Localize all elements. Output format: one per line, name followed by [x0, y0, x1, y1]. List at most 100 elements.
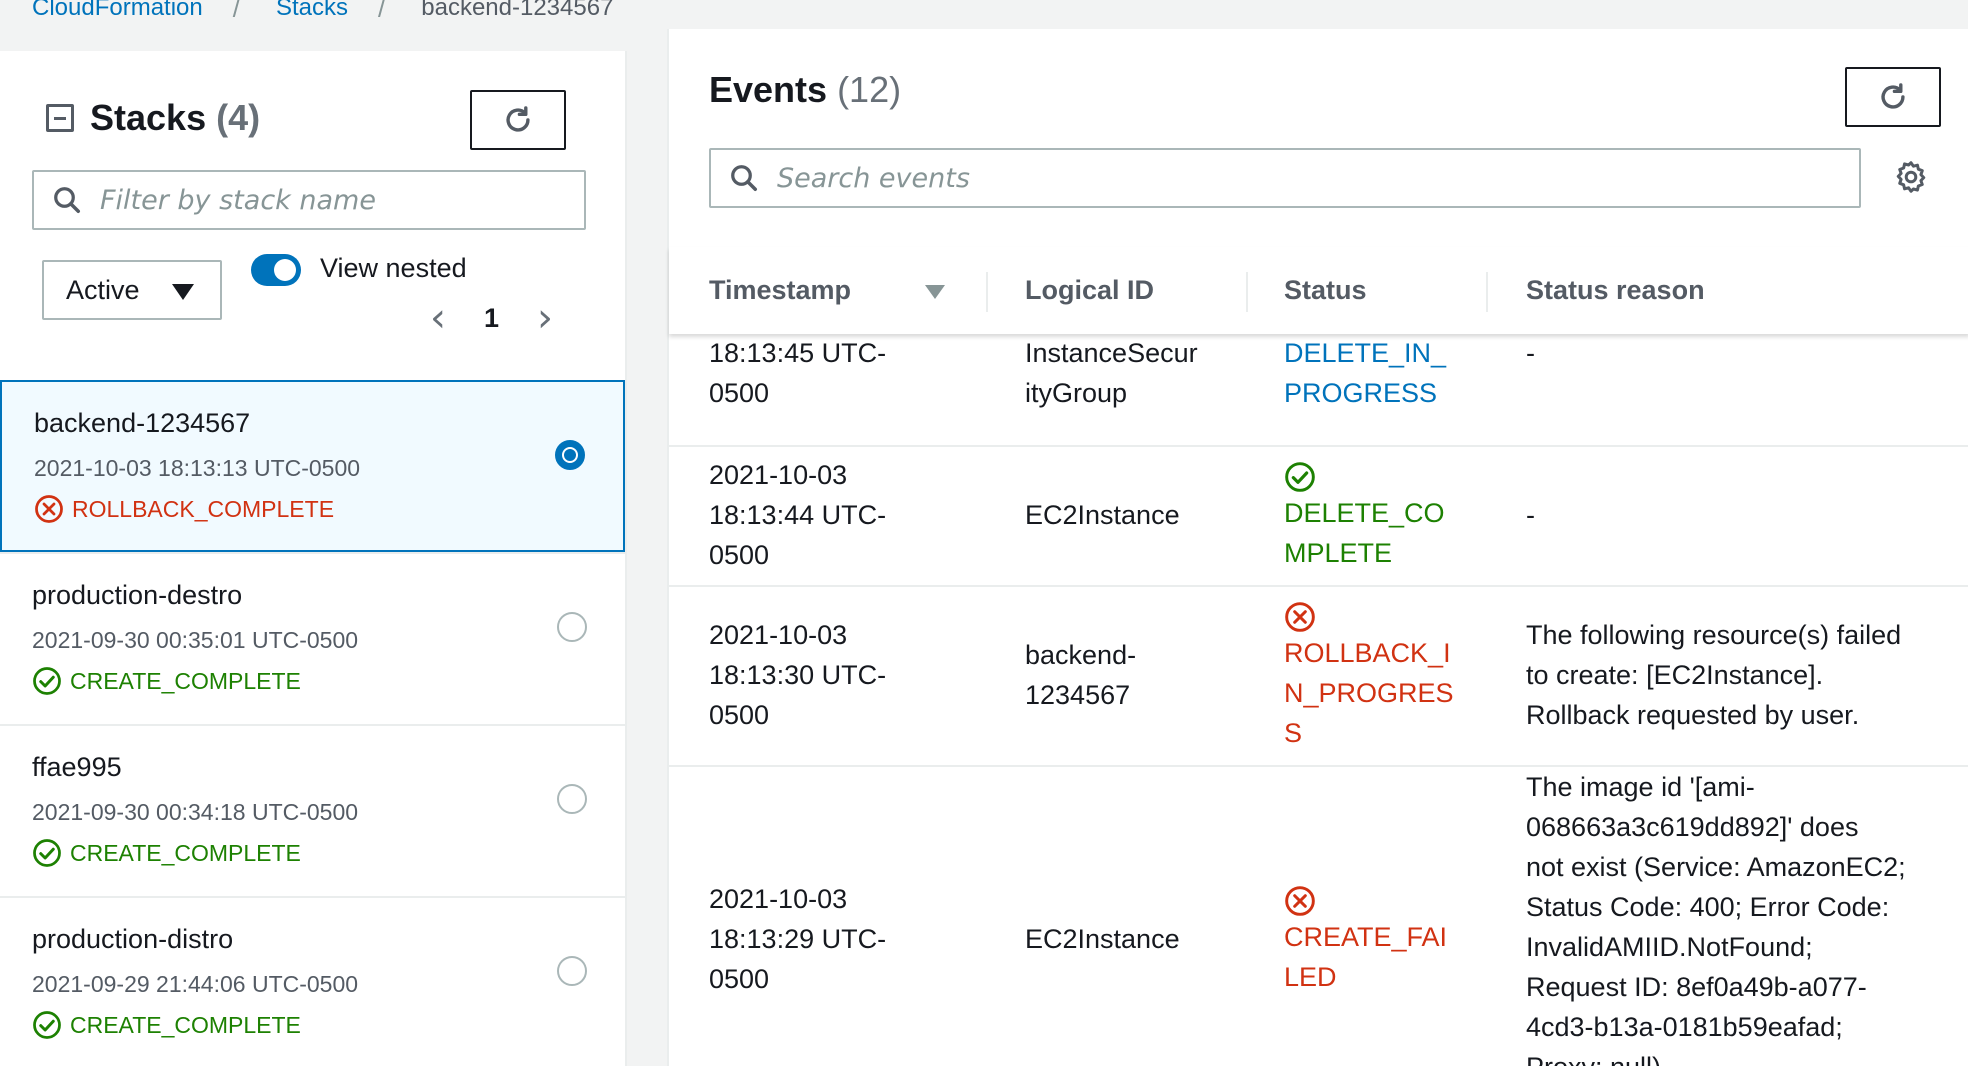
- stack-radio-button[interactable]: [557, 784, 587, 814]
- event-logical-id: EC2Instance: [1025, 919, 1180, 959]
- page-number[interactable]: 1: [484, 303, 499, 334]
- search-icon: [731, 165, 757, 191]
- column-divider[interactable]: [1486, 272, 1488, 312]
- status-line: CREATE_FAI: [1284, 922, 1448, 952]
- logical-id-line: backend-: [1025, 640, 1137, 670]
- stack-status-label: ROLLBACK_COMPLETE: [72, 495, 335, 522]
- sort-descending-icon[interactable]: [925, 285, 945, 299]
- column-header-timestamp[interactable]: Timestamp: [709, 247, 851, 334]
- timestamp-line: 18:13:45 UTC-: [709, 338, 887, 368]
- status-filter-value: Active: [66, 274, 140, 305]
- timestamp-line: 0500: [709, 540, 770, 570]
- timestamp-line: 2021-10-03: [709, 620, 848, 650]
- stack-list-item[interactable]: ffae995 2021-09-30 00:34:18 UTC-0500 CRE…: [0, 724, 625, 896]
- stack-status: CREATE_COMPLETE: [32, 666, 625, 696]
- status-line: DELETE_CO: [1284, 498, 1445, 528]
- refresh-icon: [1881, 83, 1905, 109]
- stack-radio-button[interactable]: [557, 956, 587, 986]
- stacks-panel: Stacks (4) Active View nested ‹ 1 › back…: [0, 51, 627, 1066]
- stack-radio-button[interactable]: [555, 440, 585, 470]
- error-icon: [1285, 602, 1315, 632]
- success-icon: [33, 1011, 61, 1039]
- logical-id-line: InstanceSecur: [1025, 338, 1198, 368]
- stack-date: 2021-09-29 21:44:06 UTC-0500: [32, 971, 359, 997]
- pagination: ‹ 1 ›: [430, 295, 553, 341]
- chevron-right-icon[interactable]: ›: [537, 295, 553, 341]
- logical-id-line: 1234567: [1025, 680, 1131, 710]
- logical-id-line: EC2Instance: [1025, 500, 1180, 530]
- reason-line: Status Code: 400; Error Code:: [1526, 892, 1890, 922]
- event-logical-id: backend- 1234567: [1025, 635, 1136, 715]
- event-timestamp: 2021-10-03 18:13:44 UTC- 0500: [709, 455, 886, 575]
- stacks-refresh-button[interactable]: [470, 90, 566, 150]
- column-header-status[interactable]: Status: [1284, 247, 1367, 334]
- event-row: 2021-10-03 18:13:29 UTC- 0500 EC2Instanc…: [669, 767, 1968, 1066]
- events-refresh-button[interactable]: [1845, 67, 1941, 127]
- event-status-reason: -: [1526, 333, 1946, 373]
- stack-status-label: CREATE_COMPLETE: [70, 839, 301, 866]
- event-status: CREATE_FAI LED: [1284, 885, 1447, 997]
- view-nested-toggle[interactable]: [251, 254, 301, 286]
- timestamp-line: 18:13:29 UTC-: [709, 924, 887, 954]
- chevron-left-icon[interactable]: ‹: [430, 295, 446, 341]
- collapse-icon[interactable]: [46, 104, 74, 132]
- events-table-header: Timestamp Logical ID Status Status reaso…: [669, 247, 1968, 334]
- stacks-title: Stacks: [90, 97, 207, 138]
- stack-list-item[interactable]: production-destro 2021-09-30 00:35:01 UT…: [0, 552, 625, 724]
- timestamp-line: 0500: [709, 700, 770, 730]
- logical-id-line: ityGroup: [1025, 378, 1128, 408]
- success-icon: [1285, 462, 1315, 492]
- logical-id-line: EC2Instance: [1025, 924, 1180, 954]
- stack-list: backend-1234567 2021-10-03 18:13:13 UTC-…: [0, 380, 625, 1066]
- events-count: (12): [837, 69, 902, 110]
- status-filter-select[interactable]: Active: [42, 260, 222, 320]
- timestamp-line: 18:13:44 UTC-: [709, 500, 887, 530]
- column-divider[interactable]: [986, 272, 988, 312]
- breadcrumb-separator-icon: /: [232, 0, 240, 23]
- preferences-gear-icon[interactable]: [1893, 159, 1929, 200]
- stack-name[interactable]: production-destro: [32, 580, 625, 611]
- column-header-logical-id[interactable]: Logical ID: [1025, 247, 1154, 334]
- stack-status: CREATE_COMPLETE: [32, 1010, 625, 1040]
- reason-line: The following resource(s) failed: [1526, 620, 1902, 650]
- stack-list-item[interactable]: backend-1234567 2021-10-03 18:13:13 UTC-…: [0, 380, 625, 552]
- breadcrumb-current: backend-1234567: [421, 0, 614, 21]
- event-row: 2021-10-03 18:13:44 UTC- 0500 EC2Instanc…: [669, 447, 1968, 587]
- search-icon: [54, 187, 80, 213]
- timestamp-line: 18:13:30 UTC-: [709, 660, 887, 690]
- status-line: MPLETE: [1284, 538, 1393, 568]
- stack-list-item[interactable]: production-distro 2021-09-29 21:44:06 UT…: [0, 896, 625, 1066]
- reason-line: 068663a3c619dd892]' does: [1526, 812, 1859, 842]
- events-search-input[interactable]: [777, 162, 1738, 194]
- events-title: Events: [709, 69, 828, 110]
- event-status: DELETE_IN_ PROGRESS: [1284, 333, 1446, 413]
- stack-radio-button[interactable]: [557, 612, 587, 642]
- stack-date: 2021-09-30 00:34:18 UTC-0500: [32, 799, 359, 825]
- stack-name[interactable]: backend-1234567: [34, 408, 623, 439]
- caret-down-icon: [172, 284, 194, 300]
- column-divider[interactable]: [1246, 272, 1248, 312]
- reason-line: Request ID: 8ef0a49b-a077-: [1526, 972, 1867, 1002]
- event-timestamp: 2021-10-03 18:13:30 UTC- 0500: [709, 615, 886, 735]
- event-row: 18:13:45 UTC- 0500 InstanceSecur ityGrou…: [669, 319, 1968, 447]
- stack-name[interactable]: ffae995: [32, 752, 625, 783]
- timestamp-line: 2021-10-03: [709, 884, 848, 914]
- breadcrumb: CloudFormation / Stacks / backend-123456…: [32, 0, 613, 28]
- event-timestamp: 18:13:45 UTC- 0500: [709, 333, 886, 413]
- column-header-status-reason[interactable]: Status reason: [1526, 247, 1705, 334]
- reason-line: The image id '[ami-: [1526, 772, 1755, 802]
- error-icon: [35, 495, 63, 523]
- stack-status-label: CREATE_COMPLETE: [70, 1011, 301, 1038]
- event-timestamp: 2021-10-03 18:13:29 UTC- 0500: [709, 879, 886, 999]
- stack-filter-input[interactable]: [100, 184, 553, 216]
- breadcrumb-cloudformation-link[interactable]: CloudFormation: [32, 0, 203, 22]
- event-status-reason: The following resource(s) failed to crea…: [1526, 615, 1946, 735]
- stack-date: 2021-10-03 18:13:13 UTC-0500: [34, 455, 361, 481]
- stack-name[interactable]: production-distro: [32, 924, 625, 955]
- error-icon: [1285, 886, 1315, 916]
- status-line: LED: [1284, 962, 1337, 992]
- breadcrumb-stacks-link[interactable]: Stacks: [276, 0, 348, 22]
- status-line: DELETE_IN_: [1284, 338, 1447, 368]
- stack-filter-field[interactable]: [32, 170, 586, 230]
- events-search-field[interactable]: [709, 148, 1861, 208]
